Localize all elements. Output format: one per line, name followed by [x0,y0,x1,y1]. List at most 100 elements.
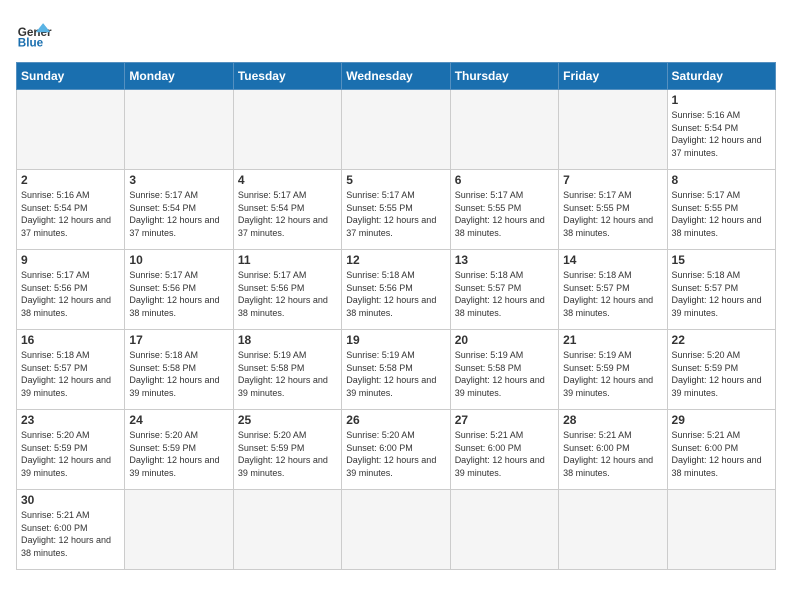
calendar-cell: 30Sunrise: 5:21 AMSunset: 6:00 PMDayligh… [17,490,125,570]
calendar-cell: 18 Sunrise: 5:19 AMSunset: 5:58 PMDayligh… [233,330,341,410]
day-info: Sunrise: 5:17 AMSunset: 5:54 PMDaylight:… [238,189,337,239]
calendar-row: 16 Sunrise: 5:18 AMSunset: 5:57 PMDayligh… [17,330,776,410]
calendar-cell: 26Sunrise: 5:20 AMSunset: 6:00 PMDayligh… [342,410,450,490]
day-number: 17 [129,333,228,347]
day-number: 5 [346,173,445,187]
day-number: 26 [346,413,445,427]
calendar-cell: 10 Sunrise: 5:17 AMSunset: 5:56 PMDayligh… [125,250,233,330]
day-number: 19 [346,333,445,347]
day-number: 2 [21,173,120,187]
calendar-cell: 21 Sunrise: 5:19 AMSunset: 5:59 PMDayligh… [559,330,667,410]
day-info: Sunrise: 5:17 AMSunset: 5:55 PMDaylight:… [672,189,771,239]
calendar-cell: 5Sunrise: 5:17 AMSunset: 5:55 PMDaylight… [342,170,450,250]
day-info: Sunrise: 5:17 AMSunset: 5:56 PMDaylight:… [238,269,337,319]
day-number: 24 [129,413,228,427]
calendar-cell: 28 Sunrise: 5:21 AMSunset: 6:00 PMDayligh… [559,410,667,490]
day-number: 8 [672,173,771,187]
calendar-cell [450,490,558,570]
calendar-cell: 11Sunrise: 5:17 AMSunset: 5:56 PMDayligh… [233,250,341,330]
day-info: Sunrise: 5:17 AMSunset: 5:54 PMDaylight:… [129,189,228,239]
day-info: Sunrise: 5:19 AMSunset: 5:58 PMDaylight:… [455,349,554,399]
calendar-cell [125,90,233,170]
calendar-cell: 17 Sunrise: 5:18 AMSunset: 5:58 PMDayligh… [125,330,233,410]
day-info: Sunrise: 5:17 AMSunset: 5:56 PMDaylight:… [129,269,228,319]
calendar-cell: 27Sunrise: 5:21 AMSunset: 6:00 PMDayligh… [450,410,558,490]
day-info: Sunrise: 5:21 AMSunset: 6:00 PMDaylight:… [563,429,662,479]
calendar-cell: 1 Sunrise: 5:16 AMSunset: 5:54 PMDaylight… [667,90,775,170]
weekday-header: Saturday [667,63,775,90]
day-number: 23 [21,413,120,427]
calendar-cell: 4 Sunrise: 5:17 AMSunset: 5:54 PMDaylight… [233,170,341,250]
calendar-cell [233,90,341,170]
calendar-cell [342,490,450,570]
day-number: 10 [129,253,228,267]
calendar-cell: 3 Sunrise: 5:17 AMSunset: 5:54 PMDaylight… [125,170,233,250]
day-number: 3 [129,173,228,187]
day-info: Sunrise: 5:16 AMSunset: 5:54 PMDaylight:… [21,189,120,239]
day-number: 1 [672,93,771,107]
day-info: Sunrise: 5:18 AMSunset: 5:57 PMDaylight:… [21,349,120,399]
day-info: Sunrise: 5:17 AMSunset: 5:55 PMDaylight:… [563,189,662,239]
calendar-cell [17,90,125,170]
day-info: Sunrise: 5:18 AMSunset: 5:56 PMDaylight:… [346,269,445,319]
day-number: 25 [238,413,337,427]
calendar-cell: 9Sunrise: 5:17 AMSunset: 5:56 PMDaylight… [17,250,125,330]
day-number: 18 [238,333,337,347]
calendar-cell: 14Sunrise: 5:18 AMSunset: 5:57 PMDayligh… [559,250,667,330]
calendar-cell: 24 Sunrise: 5:20 AMSunset: 5:59 PMDayligh… [125,410,233,490]
calendar-cell: 15 Sunrise: 5:18 AMSunset: 5:57 PMDayligh… [667,250,775,330]
calendar-cell: 16 Sunrise: 5:18 AMSunset: 5:57 PMDayligh… [17,330,125,410]
calendar-cell: 19 Sunrise: 5:19 AMSunset: 5:58 PMDayligh… [342,330,450,410]
calendar-row: 2 Sunrise: 5:16 AMSunset: 5:54 PMDaylight… [17,170,776,250]
day-number: 28 [563,413,662,427]
day-info: Sunrise: 5:21 AMSunset: 6:00 PMDaylight:… [672,429,771,479]
day-info: Sunrise: 5:18 AMSunset: 5:57 PMDaylight:… [455,269,554,319]
weekday-header: Monday [125,63,233,90]
weekday-header: Thursday [450,63,558,90]
day-info: Sunrise: 5:21 AMSunset: 6:00 PMDaylight:… [455,429,554,479]
calendar-cell [450,90,558,170]
day-info: Sunrise: 5:18 AMSunset: 5:58 PMDaylight:… [129,349,228,399]
day-number: 6 [455,173,554,187]
day-number: 7 [563,173,662,187]
day-info: Sunrise: 5:16 AMSunset: 5:54 PMDaylight:… [672,109,771,159]
day-number: 9 [21,253,120,267]
logo-icon: General Blue [16,16,52,52]
calendar-cell: 6 Sunrise: 5:17 AMSunset: 5:55 PMDaylight… [450,170,558,250]
day-info: Sunrise: 5:21 AMSunset: 6:00 PMDaylight:… [21,509,120,559]
day-number: 4 [238,173,337,187]
calendar-cell: 25Sunrise: 5:20 AMSunset: 5:59 PMDayligh… [233,410,341,490]
calendar-cell: 7 Sunrise: 5:17 AMSunset: 5:55 PMDaylight… [559,170,667,250]
calendar-cell: 22Sunrise: 5:20 AMSunset: 5:59 PMDayligh… [667,330,775,410]
calendar-cell [559,90,667,170]
calendar-cell: 12Sunrise: 5:18 AMSunset: 5:56 PMDayligh… [342,250,450,330]
calendar-row: 9 Sunrise: 5:17 AMSunset: 5:56 PMDaylight… [17,250,776,330]
calendar-cell: 2 Sunrise: 5:16 AMSunset: 5:54 PMDaylight… [17,170,125,250]
weekday-header: Wednesday [342,63,450,90]
weekday-header: Tuesday [233,63,341,90]
day-number: 16 [21,333,120,347]
day-info: Sunrise: 5:19 AMSunset: 5:59 PMDaylight:… [563,349,662,399]
weekday-header: Sunday [17,63,125,90]
day-info: Sunrise: 5:20 AMSunset: 5:59 PMDaylight:… [21,429,120,479]
day-number: 21 [563,333,662,347]
day-info: Sunrise: 5:17 AMSunset: 5:55 PMDaylight:… [455,189,554,239]
calendar-cell [667,490,775,570]
day-number: 13 [455,253,554,267]
weekday-header-row: SundayMondayTuesdayWednesdayThursdayFrid… [17,63,776,90]
calendar-table: SundayMondayTuesdayWednesdayThursdayFrid… [16,62,776,570]
calendar-cell: 13 Sunrise: 5:18 AMSunset: 5:57 PMDayligh… [450,250,558,330]
calendar-cell [342,90,450,170]
page-header: General Blue [16,16,776,52]
day-info: Sunrise: 5:19 AMSunset: 5:58 PMDaylight:… [346,349,445,399]
calendar-cell: 23 Sunrise: 5:20 AMSunset: 5:59 PMDayligh… [17,410,125,490]
day-info: Sunrise: 5:20 AMSunset: 5:59 PMDaylight:… [129,429,228,479]
calendar-cell: 20Sunrise: 5:19 AMSunset: 5:58 PMDayligh… [450,330,558,410]
calendar-cell [125,490,233,570]
calendar-row: 23 Sunrise: 5:20 AMSunset: 5:59 PMDayligh… [17,410,776,490]
day-info: Sunrise: 5:20 AMSunset: 5:59 PMDaylight:… [672,349,771,399]
day-info: Sunrise: 5:19 AMSunset: 5:58 PMDaylight:… [238,349,337,399]
day-info: Sunrise: 5:18 AMSunset: 5:57 PMDaylight:… [672,269,771,319]
day-number: 15 [672,253,771,267]
calendar-row: 1 Sunrise: 5:16 AMSunset: 5:54 PMDaylight… [17,90,776,170]
